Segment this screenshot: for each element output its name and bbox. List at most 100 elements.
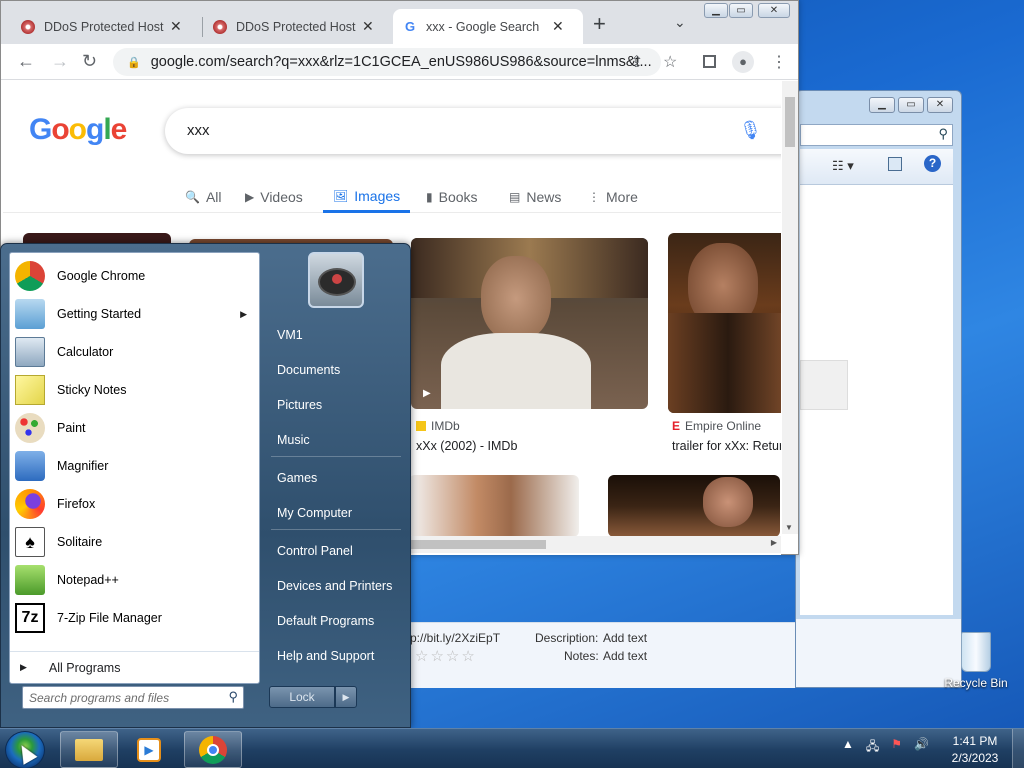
- tab-books[interactable]: ▮ Books: [426, 181, 478, 213]
- program-label: Firefox: [57, 497, 96, 511]
- program-getting-started[interactable]: Getting Started ▶: [10, 295, 259, 333]
- horizontal-scrollbar[interactable]: ▶: [411, 536, 781, 553]
- share-icon[interactable]: ⇪: [630, 52, 643, 72]
- reload-icon[interactable]: ↻: [82, 51, 97, 72]
- tab-close-icon[interactable]: ✕: [362, 18, 374, 35]
- start-link-music[interactable]: Music: [269, 424, 404, 456]
- volume-icon[interactable]: 🔊: [914, 737, 929, 758]
- program-paint[interactable]: Paint: [10, 409, 259, 447]
- start-link-my-computer[interactable]: My Computer: [269, 497, 404, 529]
- explorer-maximize-button[interactable]: ▭: [898, 97, 924, 113]
- start-search-input[interactable]: Search programs and files ⚲: [22, 686, 244, 709]
- program-firefox[interactable]: Firefox: [10, 485, 259, 523]
- details-description-value[interactable]: Add text: [603, 631, 647, 645]
- start-link-vm1[interactable]: VM1: [269, 319, 404, 351]
- start-link-control-panel[interactable]: Control Panel: [269, 535, 404, 567]
- result-image[interactable]: [409, 475, 579, 537]
- media-player-icon: ▶: [137, 737, 161, 762]
- recycle-bin[interactable]: Recycle Bin: [940, 632, 1012, 690]
- maximize-button[interactable]: ▭: [729, 3, 753, 18]
- program-calculator[interactable]: Calculator: [10, 333, 259, 371]
- recycle-bin-label: Recycle Bin: [944, 676, 1008, 690]
- lock-icon[interactable]: 🔒: [127, 56, 141, 69]
- lock-button[interactable]: Lock: [269, 686, 335, 708]
- close-button[interactable]: ✕: [758, 3, 790, 18]
- google-search-box[interactable]: xxx 🎙: [165, 108, 781, 154]
- tab-close-icon[interactable]: ✕: [552, 18, 564, 35]
- tab-videos[interactable]: ▶ Videos: [245, 181, 303, 213]
- taskbar-explorer-button[interactable]: [60, 731, 118, 768]
- result-source-imdb[interactable]: IMDb: [416, 419, 460, 433]
- program-magnifier[interactable]: Magnifier: [10, 447, 259, 485]
- shutdown-options-arrow-icon[interactable]: ▶: [335, 686, 357, 708]
- side-panel-icon[interactable]: [703, 55, 716, 68]
- taskbar-chrome-button[interactable]: [184, 731, 242, 768]
- details-notes-value[interactable]: Add text: [603, 649, 647, 663]
- tab-news[interactable]: ▤ News: [509, 181, 561, 213]
- program-google-chrome[interactable]: Google Chrome: [10, 257, 259, 295]
- taskbar-media-player-button[interactable]: ▶: [120, 731, 178, 768]
- news-icon: ▤: [509, 190, 521, 204]
- result-image-empire[interactable]: [668, 233, 781, 413]
- program-7-zip-file-manager[interactable]: 7z 7-Zip File Manager: [10, 599, 259, 637]
- tab-more[interactable]: ⋮ More: [588, 181, 638, 213]
- help-icon[interactable]: ?: [924, 155, 941, 172]
- details-pane: p://bit.ly/2XziEpT Description: Add text…: [410, 622, 795, 688]
- user-picture[interactable]: [308, 252, 364, 308]
- 7zip-icon: 7z: [14, 602, 46, 634]
- explorer-minimize-button[interactable]: ▁: [869, 97, 895, 113]
- show-desktop-button[interactable]: [1012, 729, 1024, 768]
- tab-search-chevron-icon[interactable]: ⌄: [674, 14, 686, 31]
- program-label: Google Chrome: [57, 269, 146, 283]
- address-bar[interactable]: 🔒 google.com/search?q=xxx&rlz=1C1GCEA_en…: [113, 48, 661, 76]
- result-source-empire[interactable]: E Empire Online: [672, 419, 761, 433]
- tab-ddos-2[interactable]: DDoS Protected Hostin ✕: [203, 9, 391, 44]
- empire-favicon-icon: E: [672, 419, 681, 433]
- forward-arrow-icon[interactable]: →: [51, 51, 69, 72]
- network-icon[interactable]: 🖧: [866, 737, 879, 758]
- rating-stars[interactable]: ☆☆☆☆: [415, 647, 477, 665]
- bookmark-star-icon[interactable]: ☆: [663, 52, 677, 72]
- action-center-icon[interactable]: ⚑: [891, 737, 902, 758]
- result-caption-imdb[interactable]: xXx (2002) - IMDb: [416, 439, 646, 453]
- tab-images[interactable]: 🖼 Images: [323, 181, 411, 213]
- start-link-default-programs[interactable]: Default Programs: [269, 605, 404, 637]
- program-notepad[interactable]: Notepad++: [10, 561, 259, 599]
- new-tab-button[interactable]: +: [593, 13, 606, 35]
- program-solitaire[interactable]: ♠ Solitaire: [10, 523, 259, 561]
- program-label: Notepad++: [57, 573, 119, 587]
- explorer-search-input[interactable]: ⚲: [800, 124, 953, 146]
- explorer-close-button[interactable]: ✕: [927, 97, 953, 113]
- preview-pane-icon[interactable]: [888, 157, 902, 171]
- program-sticky-notes[interactable]: Sticky Notes: [10, 371, 259, 409]
- details-description-label: Description:: [535, 631, 599, 645]
- tab-all[interactable]: 🔍 All: [185, 181, 222, 213]
- google-tabs: 🔍 All ▶ Videos 🖼 Images ▮ Books ▤ News ⋮ More: [3, 181, 781, 213]
- profile-avatar-icon[interactable]: ●: [732, 51, 754, 73]
- explorer-item[interactable]: [800, 360, 848, 410]
- start-link-documents[interactable]: Documents: [269, 354, 404, 386]
- clock[interactable]: 1:41 PM 2/3/2023: [940, 733, 1010, 767]
- view-options-icon[interactable]: ☷ ▾: [832, 158, 854, 174]
- menu-kebab-icon[interactable]: ⋮: [771, 52, 787, 72]
- result-image[interactable]: [608, 475, 780, 537]
- vertical-scrollbar[interactable]: ▼: [782, 81, 798, 534]
- start-link-pictures[interactable]: Pictures: [269, 389, 404, 421]
- minimize-button[interactable]: ▁: [704, 3, 728, 18]
- all-programs-label: All Programs: [48, 660, 121, 675]
- start-link-devices-and-printers[interactable]: Devices and Printers: [269, 570, 404, 602]
- tab-ddos-1[interactable]: DDoS Protected Hostin ✕: [11, 9, 201, 44]
- search-placeholder: Search programs and files: [29, 691, 170, 705]
- back-arrow-icon[interactable]: ←: [17, 51, 35, 72]
- result-caption-empire[interactable]: trailer for xXx: Retur: [672, 439, 781, 453]
- google-logo[interactable]: Google: [29, 113, 127, 147]
- tab-google-search[interactable]: G xxx - Google Search ✕: [393, 9, 583, 44]
- start-link-help-and-support[interactable]: Help and Support: [269, 640, 404, 672]
- start-link-games[interactable]: Games: [269, 462, 404, 494]
- all-programs-button[interactable]: ▶ All Programs: [10, 651, 259, 683]
- microphone-icon[interactable]: 🎙: [739, 120, 762, 141]
- show-hidden-icons-icon[interactable]: ▲: [842, 737, 854, 758]
- tab-close-icon[interactable]: ✕: [170, 18, 182, 35]
- result-image-imdb[interactable]: ▶: [411, 238, 648, 409]
- search-query-text[interactable]: xxx: [187, 122, 210, 139]
